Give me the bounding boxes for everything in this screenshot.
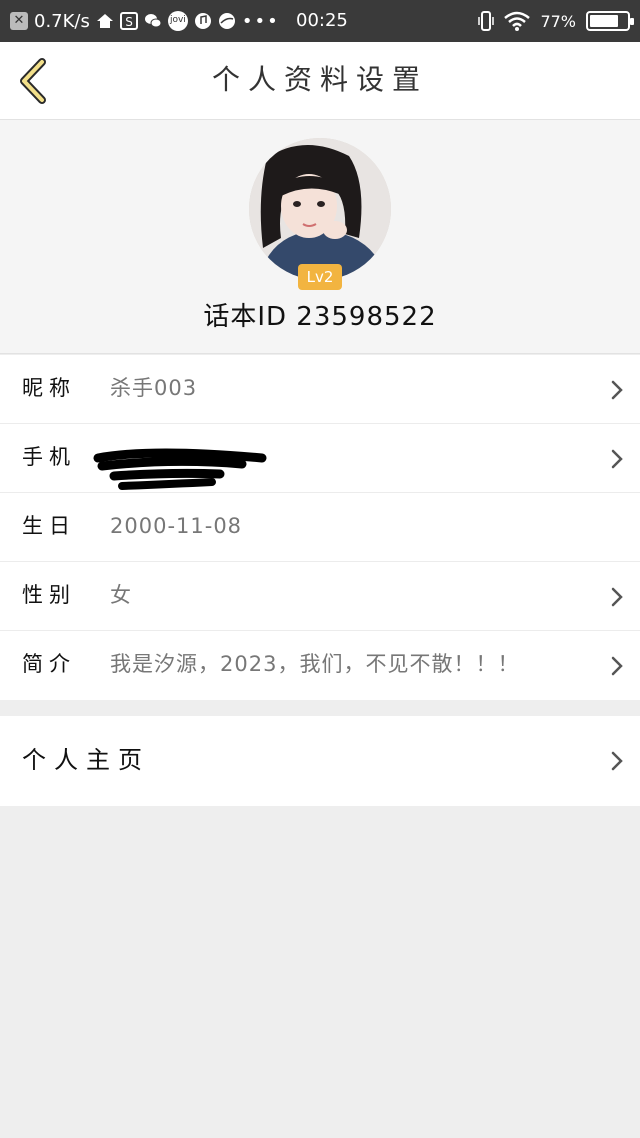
chevron-right-icon — [611, 751, 623, 771]
battery-percent: 77% — [540, 11, 576, 31]
row-label: 手机 — [22, 445, 76, 469]
wifi-icon — [504, 11, 531, 31]
close-notification-icon: ✕ — [10, 12, 28, 30]
nav-header: 个人资料设置 — [0, 42, 640, 120]
user-id: 话本ID 23598522 — [203, 302, 437, 332]
row-label: 昵称 — [22, 376, 76, 400]
row-birthday[interactable]: 生日 2000-11-08 — [0, 493, 640, 562]
battery-fill — [590, 15, 618, 27]
more-icon: ••• — [241, 10, 280, 32]
wechat-icon — [144, 14, 162, 28]
row-label: 简介 — [22, 652, 76, 676]
row-label: 性别 — [22, 583, 76, 607]
row-gender[interactable]: 性别 女 — [0, 562, 640, 631]
page-title: 个人资料设置 — [211, 63, 428, 96]
row-value: 女 — [110, 583, 132, 607]
homepage-label: 个人主页 — [22, 746, 150, 774]
clock: 00:25 — [296, 10, 348, 31]
avatar-photo — [249, 138, 391, 280]
chevron-right-icon — [611, 656, 623, 676]
chevron-right-icon — [611, 449, 623, 469]
svg-text:S: S — [125, 15, 133, 29]
row-value: 我是汐源，2023，我们，不见不散！！！ — [110, 652, 520, 676]
profile-info-list: 昵称 杀手003 手机 生日 2000-11-08 性别 女 简介 我是汐源，2… — [0, 355, 640, 700]
row-value: 杀手003 — [110, 376, 198, 400]
avatar[interactable] — [249, 138, 391, 280]
vibrate-icon — [478, 11, 495, 31]
row-value: 2000-11-08 — [110, 514, 243, 538]
battery-icon — [586, 11, 634, 31]
level-badge: Lv2 — [298, 264, 342, 290]
home-icon — [96, 14, 113, 28]
row-nickname[interactable]: 昵称 杀手003 — [0, 355, 640, 424]
row-bio[interactable]: 简介 我是汐源，2023，我们，不见不散！！！ — [0, 631, 640, 700]
row-homepage[interactable]: 个人主页 — [0, 716, 640, 806]
s-app-icon: S — [119, 12, 138, 30]
status-bar: ✕ 0.7K/s S jovi ••• 00:25 77% — [0, 0, 640, 42]
jovi-icon: jovi — [167, 11, 188, 31]
chevron-right-icon — [611, 587, 623, 607]
redaction-scribble — [93, 448, 267, 490]
row-label: 生日 — [22, 514, 76, 538]
network-speed: 0.7K/s — [34, 10, 90, 32]
music-icon — [194, 13, 211, 29]
chevron-right-icon — [611, 380, 623, 400]
profile-section: Lv2 话本ID 23598522 — [0, 120, 640, 354]
browser-icon — [218, 13, 235, 29]
